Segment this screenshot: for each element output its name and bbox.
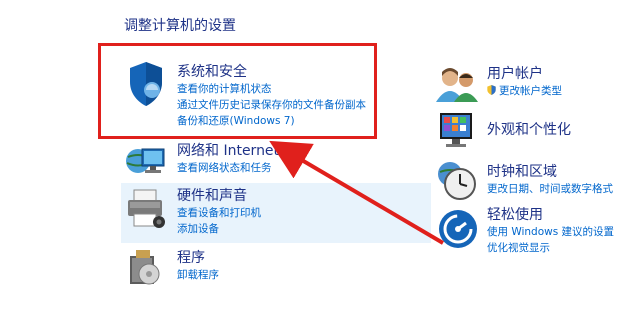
annotation-arrow xyxy=(269,140,445,245)
